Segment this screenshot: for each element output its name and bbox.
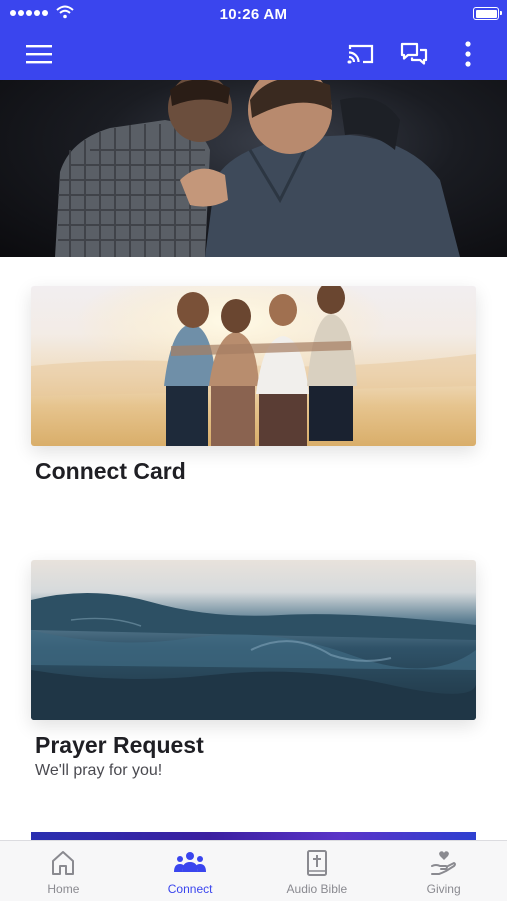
giving-hand-icon (430, 851, 456, 875)
home-icon (52, 851, 75, 875)
connect-card-title[interactable]: Connect Card (35, 458, 186, 485)
nav-label-audio-bible: Audio Bible (286, 882, 348, 896)
bottom-nav: Home Connect Audio Bible Giving (0, 840, 507, 901)
connect-card-image[interactable] (31, 286, 476, 446)
status-bar: 10:26 AM (0, 0, 507, 28)
nav-label-connect: Connect (167, 882, 213, 896)
prayer-request-image[interactable] (31, 560, 476, 720)
nav-item-giving[interactable]: Giving (380, 841, 507, 901)
nav-label-home: Home (47, 882, 80, 896)
people-icon (174, 852, 207, 872)
nav-label-giving: Giving (426, 882, 461, 896)
bible-icon (306, 850, 327, 876)
more-vert-icon[interactable] (450, 36, 486, 72)
status-time: 10:26 AM (219, 6, 288, 23)
prayer-request-subtitle: We'll pray for you! (35, 762, 163, 779)
app-bar (0, 28, 507, 80)
chat-icon[interactable] (396, 36, 432, 72)
nav-item-audio-bible[interactable]: Audio Bible (254, 841, 381, 901)
nav-item-connect[interactable]: Connect (127, 841, 254, 901)
cast-icon[interactable] (343, 36, 379, 72)
prayer-request-title[interactable]: Prayer Request (35, 732, 204, 759)
hero-image (0, 80, 507, 257)
nav-item-home[interactable]: Home (0, 841, 127, 901)
hamburger-menu-icon[interactable] (21, 36, 57, 72)
battery-icon (473, 7, 502, 20)
